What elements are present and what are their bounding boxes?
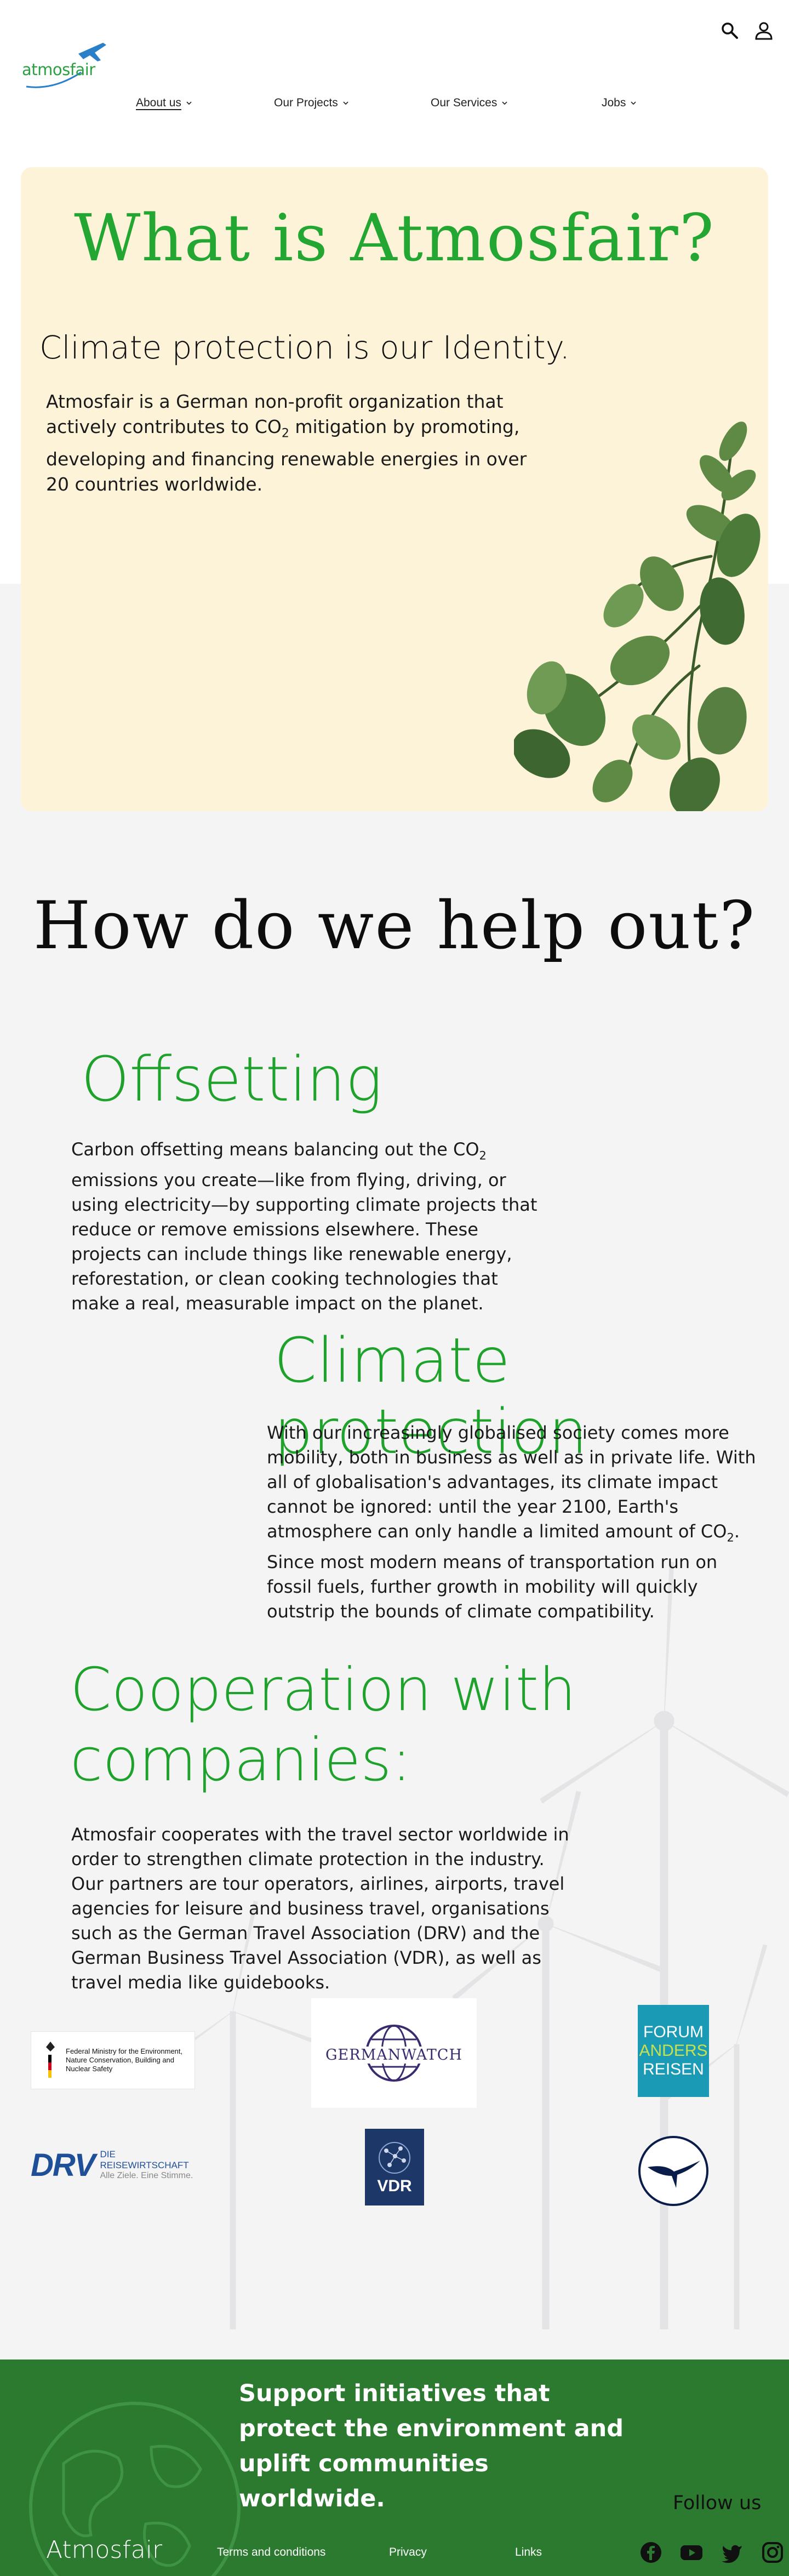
nav-label: Our Services [431,96,498,109]
forum-line-2: ANDERS [639,2042,708,2060]
offsetting-body: Carbon offsetting means balancing out th… [71,1137,548,1316]
partner-logo-vdr[interactable]: VDR [365,2129,424,2205]
facebook-icon[interactable] [639,2540,663,2564]
partner-logo-drv[interactable]: DRV DIE REISEWIRTSCHAFT Alle Ziele. Eine… [31,2147,201,2183]
hero-body: Atmosfair is a German non-profit organiz… [46,389,539,497]
network-icon [379,2142,410,2174]
hero-title: What is Atmosfair? [74,200,715,276]
chevron-down-icon [631,101,636,105]
climate-body-sub: 2 [727,1531,734,1545]
partner-logo-lufthansa[interactable] [638,2135,709,2207]
nav-jobs[interactable]: Jobs [602,96,637,110]
plant-image [514,421,761,811]
drv-claim: Alle Ziele. Eine Stimme. [100,2171,193,2180]
cooperation-heading: Cooperation with companies: [70,1656,576,1794]
offsetting-heading: Offsetting [81,1044,382,1115]
search-icon[interactable] [720,21,740,41]
user-icon[interactable] [754,21,774,41]
hero-subtitle: Climate protection is our Identity. [39,329,570,366]
forum-line-3: REISEN [643,2060,704,2078]
footer-link-links[interactable]: Links [515,2546,542,2559]
nav-label: Jobs [602,96,626,109]
chevron-down-icon [343,101,348,105]
footer-brand[interactable]: Atmosfair [46,2536,162,2564]
offsetting-body-part: emissions you create—like from flying, d… [71,1170,538,1314]
nav-label: About us [136,96,181,109]
main-nav: About us Our Projects Our Services Jobs [0,96,789,118]
chevron-down-icon [502,101,507,105]
footer-link-privacy[interactable]: Privacy [389,2546,427,2559]
site-header: atmosfair About us Our Projects Our Serv… [0,0,789,164]
nav-about-us[interactable]: About us [136,96,192,110]
vdr-text: VDR [377,2177,412,2195]
chevron-down-icon [186,101,192,105]
nav-our-services[interactable]: Our Services [431,96,508,110]
climate-body-part: With our increasingly globalised society… [267,1422,756,1542]
offsetting-body-sub: 2 [479,1149,487,1162]
cooperation-body: Atmosfair cooperates with the travel sec… [71,1824,569,1993]
partner-logo-germanwatch[interactable]: GERMANWATCH [311,1998,477,2108]
offsetting-body-part: Carbon offsetting means balancing out th… [71,1139,479,1160]
header-actions [720,21,774,41]
youtube-icon[interactable] [679,2540,704,2564]
germanwatch-text: GERMANWATCH [323,2047,465,2064]
logo[interactable]: atmosfair [21,38,108,90]
site-footer: Support initiatives that protect the env… [0,2360,789,2576]
logo-text: atmosfair [22,60,95,79]
nav-our-projects[interactable]: Our Projects [274,96,349,110]
climate-protection-body: With our increasingly globalised society… [267,1421,757,1624]
hero-card: What is Atmosfair? Climate protection is… [21,167,768,811]
footer-tagline: Support initiatives that protect the env… [239,2380,624,2512]
footer-link-terms[interactable]: Terms and conditions [217,2546,325,2559]
twitter-icon[interactable] [720,2540,744,2564]
instagram-icon[interactable] [761,2540,785,2564]
drv-name: DIE REISEWIRTSCHAFT [100,2149,189,2170]
section-title: How do we help out? [33,888,756,964]
follow-us-label: Follow us [673,2492,762,2514]
eagle-icon [46,2042,55,2078]
crane-icon [638,2136,708,2206]
forum-line-1: FORUM [643,2023,704,2041]
bmu-text: Federal Ministry for the Environment, Na… [66,2047,183,2073]
partner-logo-forum-anders-reisen[interactable]: FORUM ANDERS REISEN [638,2005,709,2097]
hero-body-sub: 2 [281,426,289,441]
partner-logo-bmu[interactable]: Federal Ministry for the Environment, Na… [31,2031,195,2089]
nav-label: Our Projects [274,96,338,109]
drv-logo-text: DRV [31,2147,95,2183]
social-links [639,2540,785,2564]
